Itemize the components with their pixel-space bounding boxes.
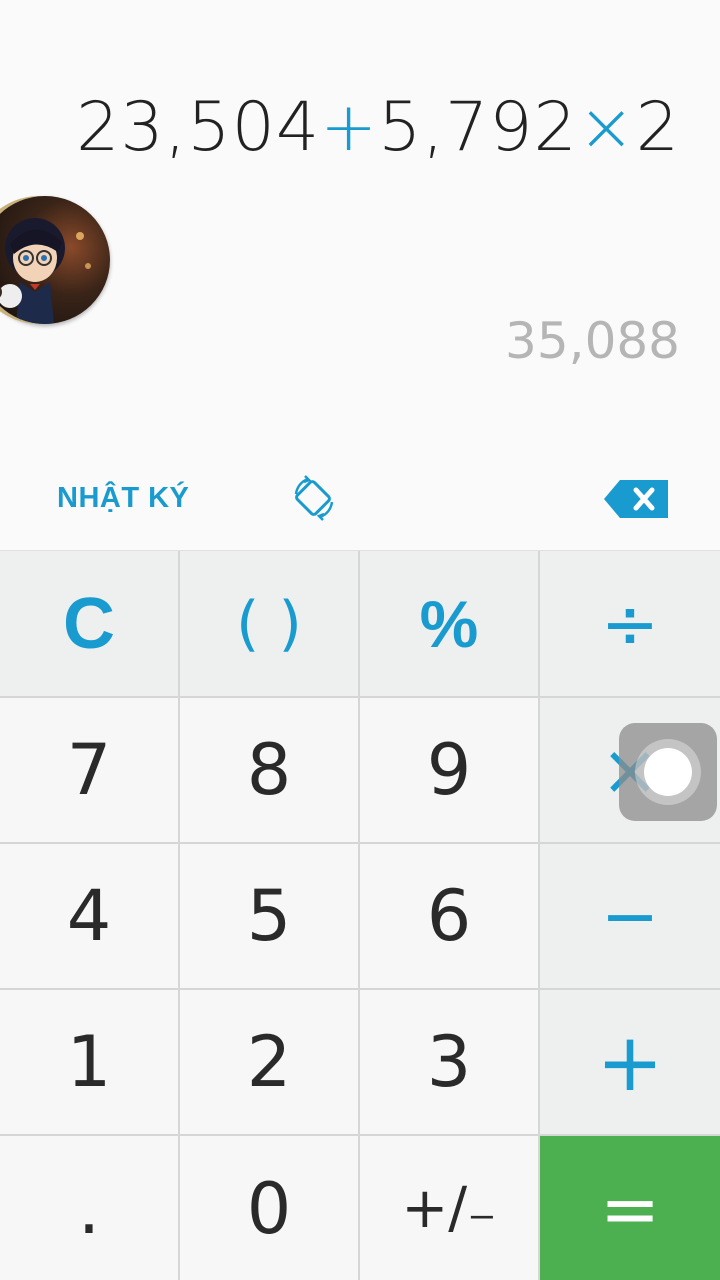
operator-multiply: × — [577, 88, 636, 167]
history-button[interactable]: NHẬT KÝ — [57, 482, 189, 515]
floating-chat-head-avatar[interactable] — [0, 196, 110, 324]
digit-8-button[interactable]: 8 — [180, 698, 360, 844]
digit-9-button[interactable]: 9 — [360, 698, 540, 844]
digit-6-button[interactable]: 6 — [360, 844, 540, 990]
avatar-image — [0, 218, 91, 324]
operator-plus: + — [320, 88, 379, 167]
plus-minus-button[interactable]: +/₋ — [360, 1136, 540, 1280]
parentheses-button[interactable]: ( ) — [180, 551, 360, 698]
equals-button[interactable]: = — [540, 1136, 720, 1280]
plus-button[interactable]: + — [540, 990, 720, 1136]
rotate-screen-icon[interactable] — [288, 472, 340, 524]
divide-button[interactable]: ÷ — [540, 551, 720, 698]
result-preview: 35,088 — [505, 312, 680, 370]
percent-button[interactable]: % — [360, 551, 540, 698]
backspace-icon[interactable] — [600, 478, 672, 520]
keypad: C ( ) % ÷ 7 8 9 × 4 5 6 − 1 2 3 + . 0 +/… — [0, 550, 720, 1280]
assistive-touch-button[interactable] — [619, 723, 717, 821]
digit-0-button[interactable]: 0 — [180, 1136, 360, 1280]
operand-3: 2 — [635, 88, 680, 167]
assistive-touch-ring — [635, 739, 701, 805]
clear-button[interactable]: C — [0, 551, 180, 698]
digit-3-button[interactable]: 3 — [360, 990, 540, 1136]
digit-1-button[interactable]: 1 — [0, 990, 180, 1136]
expression-text[interactable]: 23,504+5,792×2 — [76, 88, 680, 167]
assistive-touch-icon — [644, 748, 692, 796]
operand-1: 23,504 — [76, 88, 321, 167]
digit-5-button[interactable]: 5 — [180, 844, 360, 990]
digit-4-button[interactable]: 4 — [0, 844, 180, 990]
decimal-point-button[interactable]: . — [0, 1136, 180, 1280]
minus-button[interactable]: − — [540, 844, 720, 990]
digit-7-button[interactable]: 7 — [0, 698, 180, 844]
digit-2-button[interactable]: 2 — [180, 990, 360, 1136]
operand-2: 5,792 — [378, 88, 578, 167]
